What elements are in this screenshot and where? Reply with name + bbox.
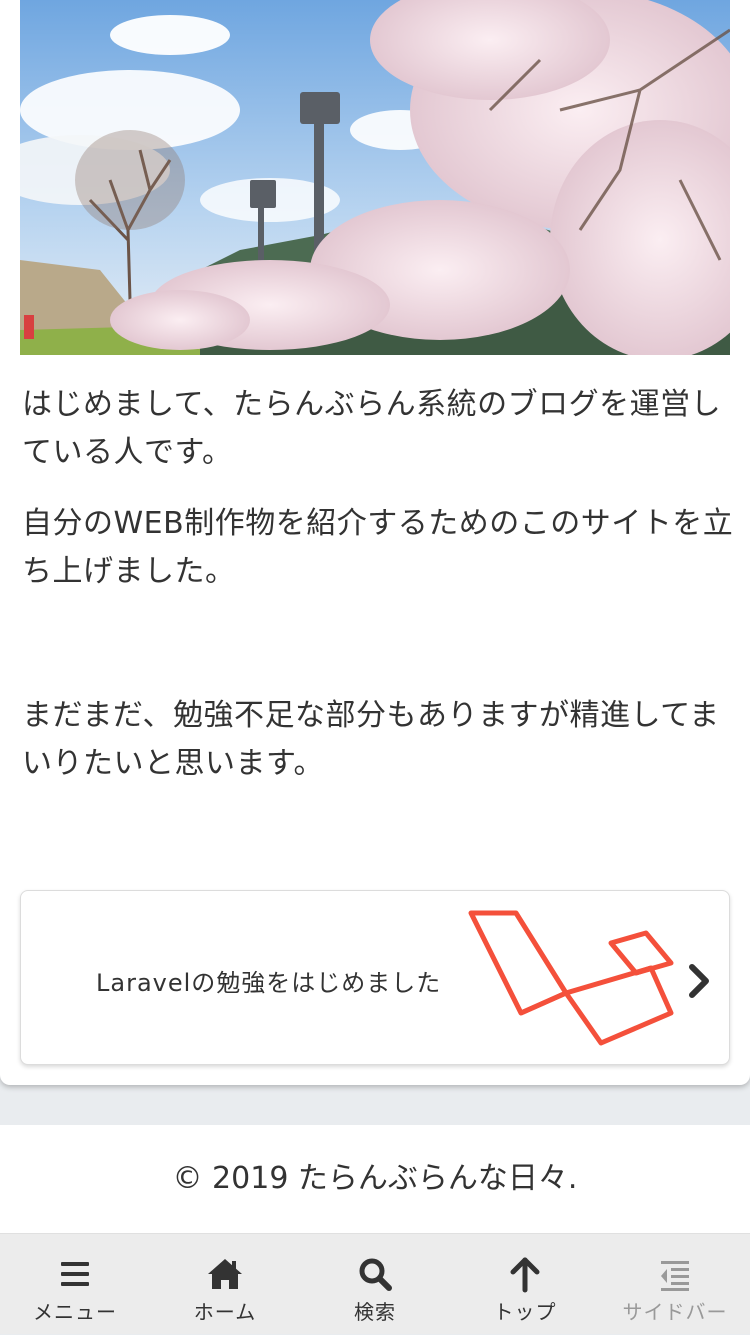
related-post-card[interactable]: Laravelの勉強をはじめました [20,890,730,1065]
nav-home-button[interactable]: ホーム [150,1234,300,1335]
main-content-card: はじめまして、たらんぶらん系統のブログを運営している人です。 自分のWEB制作物… [0,0,750,1085]
sidebar-icon [655,1254,695,1294]
intro-paragraph-2: 自分のWEB制作物を紹介するためのこのサイトを立ち上げました。 [22,506,734,589]
chevron-right-icon [685,963,713,1003]
bottom-navigation: メニュー ホーム 検索 トップ サイドバー [0,1233,750,1334]
intro-paragraph-1: はじめまして、たらんぶらん系統のブログを運営している人です。 [22,387,722,470]
nav-sidebar-label: サイドバー [622,1300,728,1324]
nav-menu-button[interactable]: メニュー [0,1234,150,1335]
search-icon [355,1254,395,1294]
nav-menu-label: メニュー [33,1300,117,1324]
nav-top-button[interactable]: トップ [450,1234,600,1335]
arrow-up-icon [505,1254,545,1294]
nav-sidebar-button[interactable]: サイドバー [600,1234,750,1335]
intro-paragraph-3: まだまだ、勉強不足な部分もありますが精進してまいりたいと思います。 [22,698,720,781]
nav-search-label: 検索 [354,1300,396,1324]
home-icon [205,1254,245,1294]
laravel-logo-icon [461,903,681,1057]
menu-icon [55,1254,95,1294]
nav-search-button[interactable]: 検索 [300,1234,450,1335]
hero-image-cherry-blossoms [20,0,730,355]
related-post-title: Laravelの勉強をはじめました [96,969,442,997]
footer-copyright: © 2019 たらんぶらんな日々. [0,1125,750,1233]
nav-top-label: トップ [493,1300,557,1324]
nav-home-label: ホーム [193,1300,257,1324]
